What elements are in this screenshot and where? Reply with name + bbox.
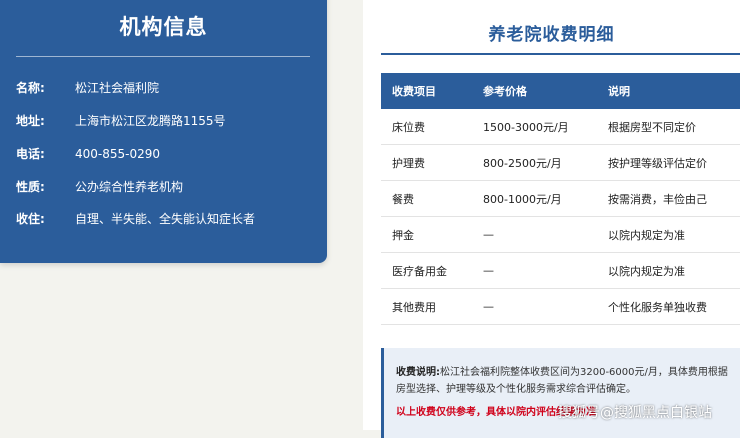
- cell-price: 800-1000元/月: [472, 180, 597, 217]
- info-label: 电话:: [16, 147, 45, 161]
- institution-info-card: 机构信息 名称: 松江社会福利院 地址: 上海市松江区龙腾路1155号 电话: 400…: [0, 0, 327, 263]
- cell-note: 以院内规定为准: [597, 252, 740, 289]
- cell-price: —: [472, 216, 597, 253]
- cell-note: 根据房型不同定价: [597, 109, 740, 145]
- table-header-row: 收费项目 参考价格 说明: [381, 73, 740, 109]
- info-divider: [16, 56, 310, 57]
- note-text: 松江社会福利院整体收费区间为3200-6000元/月，具体费用根据房型选择、护理…: [396, 367, 728, 395]
- table-row: 床位费 1500-3000元/月 根据房型不同定价: [381, 109, 740, 145]
- table-row: 其他费用 — 个性化服务单独收费: [381, 288, 740, 325]
- header-price: 参考价格: [472, 73, 597, 109]
- info-value: 自理、半失能、全失能认知症长者: [75, 212, 256, 226]
- cell-item: 护理费: [381, 144, 472, 181]
- cell-note: 以院内规定为准: [597, 216, 740, 253]
- cell-item: 医疗备用金: [381, 252, 472, 289]
- cell-note: 按护理等级评估定价: [597, 144, 740, 181]
- cell-price: 800-2500元/月: [472, 144, 597, 181]
- fee-title: 养老院收费明细: [488, 25, 615, 45]
- info-row-type: 性质: 公办综合性养老机构: [16, 178, 183, 195]
- table-row: 护理费 800-2500元/月 按护理等级评估定价: [381, 144, 740, 181]
- info-row-admission: 收住: 自理、半失能、全失能认知症长者: [16, 210, 255, 227]
- info-label: 性质:: [16, 180, 45, 194]
- cell-item: 餐费: [381, 180, 472, 217]
- info-title: 机构信息: [119, 15, 208, 39]
- fee-note-box: 收费说明:松江社会福利院整体收费区间为3200-6000元/月，具体费用根据房型…: [381, 348, 740, 438]
- cell-price: —: [472, 252, 597, 289]
- fee-table: 收费项目 参考价格 说明 床位费 1500-3000元/月 根据房型不同定价 护…: [381, 73, 740, 325]
- info-label: 收住:: [16, 212, 45, 226]
- cell-item: 押金: [381, 216, 472, 253]
- cell-note: 按需消费，丰俭由己: [597, 180, 740, 217]
- cell-note: 个性化服务单独收费: [597, 288, 740, 325]
- cell-price: 1500-3000元/月: [472, 109, 597, 145]
- watermark: 搜狐号@搜狐黑点白银站: [558, 405, 712, 421]
- fee-panel: 养老院收费明细 收费项目 参考价格 说明 床位费 1500-3000元/月 根据…: [363, 0, 740, 438]
- cell-item: 床位费: [381, 109, 472, 145]
- info-value: 上海市松江区龙腾路1155号: [75, 114, 226, 128]
- info-row-phone: 电话: 400-855-0290: [16, 145, 160, 162]
- info-row-address: 地址: 上海市松江区龙腾路1155号: [16, 112, 226, 129]
- cell-price: —: [472, 288, 597, 325]
- info-label: 地址:: [16, 114, 45, 128]
- info-label: 名称:: [16, 81, 45, 95]
- header-note: 说明: [597, 73, 740, 109]
- header-item: 收费项目: [381, 73, 472, 109]
- info-value: 松江社会福利院: [75, 81, 160, 95]
- note-label: 收费说明:: [396, 367, 440, 378]
- cell-item: 其他费用: [381, 288, 472, 325]
- table-row: 餐费 800-1000元/月 按需消费，丰俭由己: [381, 180, 740, 217]
- info-row-name: 名称: 松江社会福利院: [16, 79, 159, 96]
- table-row: 押金 — 以院内规定为准: [381, 216, 740, 253]
- info-value: 400-855-0290: [75, 147, 161, 161]
- table-row: 医疗备用金 — 以院内规定为准: [381, 252, 740, 289]
- info-value: 公办综合性养老机构: [75, 180, 184, 194]
- fee-title-underline: [381, 53, 740, 55]
